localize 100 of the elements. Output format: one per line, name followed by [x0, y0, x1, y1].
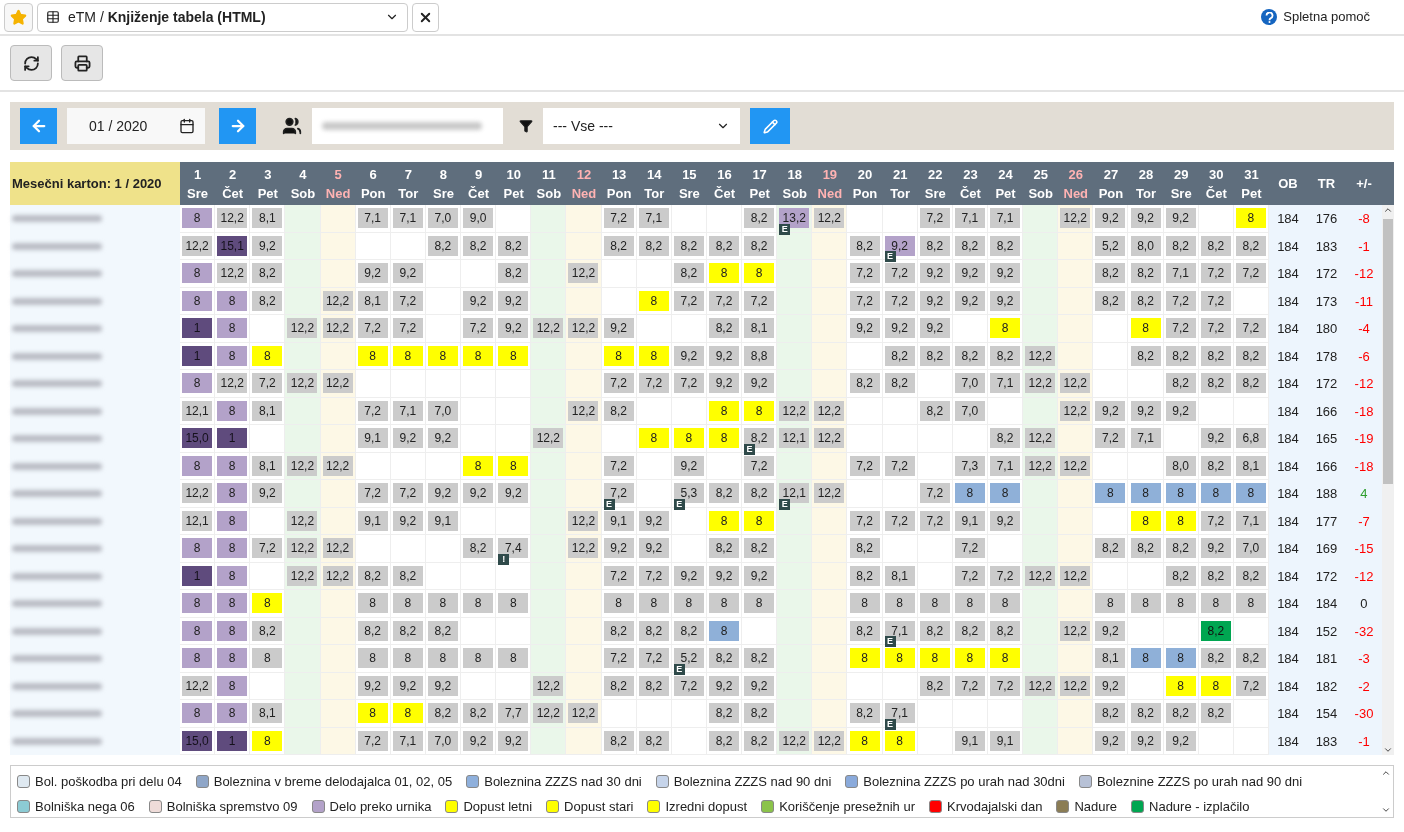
hours-chip[interactable]: 8	[954, 648, 985, 669]
hours-chip[interactable]: 8	[709, 400, 739, 421]
hours-chip[interactable]: 12,2	[182, 675, 213, 696]
hours-chip[interactable]: 8,2	[709, 730, 739, 751]
hours-chip[interactable]: 12,2	[1060, 675, 1091, 696]
hours-chip[interactable]: 8,2	[603, 620, 634, 641]
hours-chip[interactable]: 12,2	[1060, 208, 1091, 229]
scroll-up-icon[interactable]	[1381, 768, 1391, 778]
hours-chip[interactable]: 9,2	[498, 730, 529, 751]
hours-chip[interactable]: 7,2	[884, 510, 915, 531]
hours-chip[interactable]: 8,2	[463, 235, 494, 256]
hours-chip[interactable]: 8,2	[709, 538, 739, 559]
hours-chip[interactable]: 7,2	[392, 290, 423, 311]
hours-chip[interactable]: 8	[1200, 675, 1231, 696]
hours-chip[interactable]: 9,2	[1165, 208, 1196, 229]
hours-chip[interactable]: 8,2	[990, 428, 1020, 449]
hours-chip[interactable]: 12,2	[779, 730, 810, 751]
hours-chip[interactable]: 8,2	[1200, 373, 1231, 394]
hours-chip[interactable]: 8	[182, 263, 213, 284]
hours-chip[interactable]: 7,2	[603, 648, 634, 669]
hours-chip[interactable]: 8,1	[1235, 455, 1266, 476]
hours-chip[interactable]: 12,2	[814, 428, 845, 449]
hours-chip[interactable]: 12,2	[1060, 620, 1091, 641]
scroll-up-icon[interactable]	[1383, 205, 1393, 215]
hours-chip[interactable]: 12,2	[322, 538, 353, 559]
hours-chip[interactable]: 8	[709, 620, 739, 641]
hours-chip[interactable]: 8	[217, 318, 248, 339]
hours-chip[interactable]: 8	[217, 483, 248, 504]
hours-chip[interactable]: 9,2	[463, 730, 494, 751]
hours-chip[interactable]: 8,1	[252, 455, 283, 476]
hours-chip[interactable]: 8	[182, 648, 213, 669]
hours-chip[interactable]: 8	[1165, 648, 1196, 669]
hours-chip[interactable]: 9,2	[1200, 538, 1231, 559]
hours-chip[interactable]: 12,2	[568, 400, 599, 421]
hours-chip[interactable]: 8	[638, 345, 669, 366]
hours-chip[interactable]: 8	[603, 593, 634, 614]
hours-chip[interactable]: 7,2	[357, 483, 388, 504]
hours-chip[interactable]: 8	[1235, 483, 1266, 504]
hours-chip[interactable]: 8,2	[1235, 648, 1266, 669]
hours-chip[interactable]: 9,2	[1095, 400, 1126, 421]
hours-chip[interactable]: 9,2	[498, 318, 529, 339]
hours-chip[interactable]: 12,2	[322, 318, 353, 339]
hours-chip[interactable]: 8,1	[252, 400, 283, 421]
hours-chip[interactable]: 8	[252, 730, 283, 751]
hours-chip[interactable]: 8	[1130, 510, 1161, 531]
hours-chip[interactable]: 8,2	[1165, 703, 1196, 724]
hours-chip[interactable]: 8,2	[744, 208, 775, 229]
hours-chip[interactable]: 9,2	[1095, 730, 1126, 751]
hours-chip[interactable]: 7,2	[603, 208, 634, 229]
hours-chip[interactable]: 9,1	[954, 730, 985, 751]
hours-chip[interactable]: 12,2	[322, 290, 353, 311]
hours-chip[interactable]: 12,1	[779, 428, 810, 449]
hours-chip[interactable]: 8,2	[392, 565, 423, 586]
hours-chip[interactable]: 8,2	[357, 565, 388, 586]
hours-chip[interactable]: 8,2	[1165, 565, 1196, 586]
hours-chip[interactable]: 7,2	[603, 373, 634, 394]
hours-chip[interactable]: 7,2	[1095, 428, 1126, 449]
hours-chip[interactable]: 7,2	[990, 675, 1020, 696]
hours-chip[interactable]: 7,2	[357, 318, 388, 339]
hours-chip[interactable]: 8,2	[1130, 345, 1161, 366]
hours-chip[interactable]: 12,2	[1025, 345, 1056, 366]
hours-chip[interactable]: 9,2	[990, 263, 1020, 284]
hours-chip[interactable]: 7,3	[954, 455, 985, 476]
hours-chip[interactable]: 8	[884, 730, 915, 751]
hours-chip[interactable]: 9,2	[392, 263, 423, 284]
hours-chip[interactable]: 8	[1130, 318, 1161, 339]
hours-chip[interactable]: 8	[1235, 208, 1266, 229]
hours-chip[interactable]: 8,2	[919, 400, 950, 421]
hours-chip[interactable]: 9,2	[252, 483, 283, 504]
hours-chip[interactable]: 7,2	[849, 290, 880, 311]
hours-chip[interactable]: 8,1	[1095, 648, 1126, 669]
hours-chip[interactable]: 8,2	[709, 648, 739, 669]
hours-chip[interactable]: 12,2	[568, 538, 599, 559]
hours-chip[interactable]: 7,2	[463, 318, 494, 339]
hours-chip[interactable]: 8,2	[427, 620, 458, 641]
hours-chip[interactable]: 7,2	[603, 455, 634, 476]
hours-chip[interactable]: 8,2	[673, 263, 704, 284]
hours-chip[interactable]: 9,2	[1095, 620, 1126, 641]
hours-chip[interactable]: 12,1	[182, 510, 213, 531]
hours-chip[interactable]: 8	[217, 510, 248, 531]
hours-chip[interactable]: 8	[1165, 510, 1196, 531]
hours-chip[interactable]: 12,2	[568, 703, 599, 724]
hours-chip[interactable]: 9,2	[498, 483, 529, 504]
hours-chip[interactable]: 9,2	[427, 483, 458, 504]
hours-chip[interactable]: 9,2	[884, 318, 915, 339]
hours-chip[interactable]: 7,2	[1165, 290, 1196, 311]
scrollbar[interactable]	[1382, 205, 1394, 755]
hours-chip[interactable]: 8,2	[498, 235, 529, 256]
hours-chip[interactable]: 7,2	[357, 400, 388, 421]
hours-chip[interactable]: 7,2	[252, 538, 283, 559]
hours-chip[interactable]: 8	[673, 428, 704, 449]
hours-chip[interactable]: 8	[919, 593, 950, 614]
hours-chip[interactable]: 8,2	[1200, 235, 1231, 256]
hours-chip[interactable]: 7,0	[1235, 538, 1266, 559]
hours-chip[interactable]: 9,1	[990, 730, 1020, 751]
hours-chip[interactable]: 7,2	[1200, 263, 1231, 284]
hours-chip[interactable]: 12,2	[1060, 455, 1091, 476]
scroll-thumb[interactable]	[1383, 219, 1393, 484]
hours-chip[interactable]: 8	[1200, 483, 1231, 504]
hours-chip[interactable]: 7,1	[1165, 263, 1196, 284]
